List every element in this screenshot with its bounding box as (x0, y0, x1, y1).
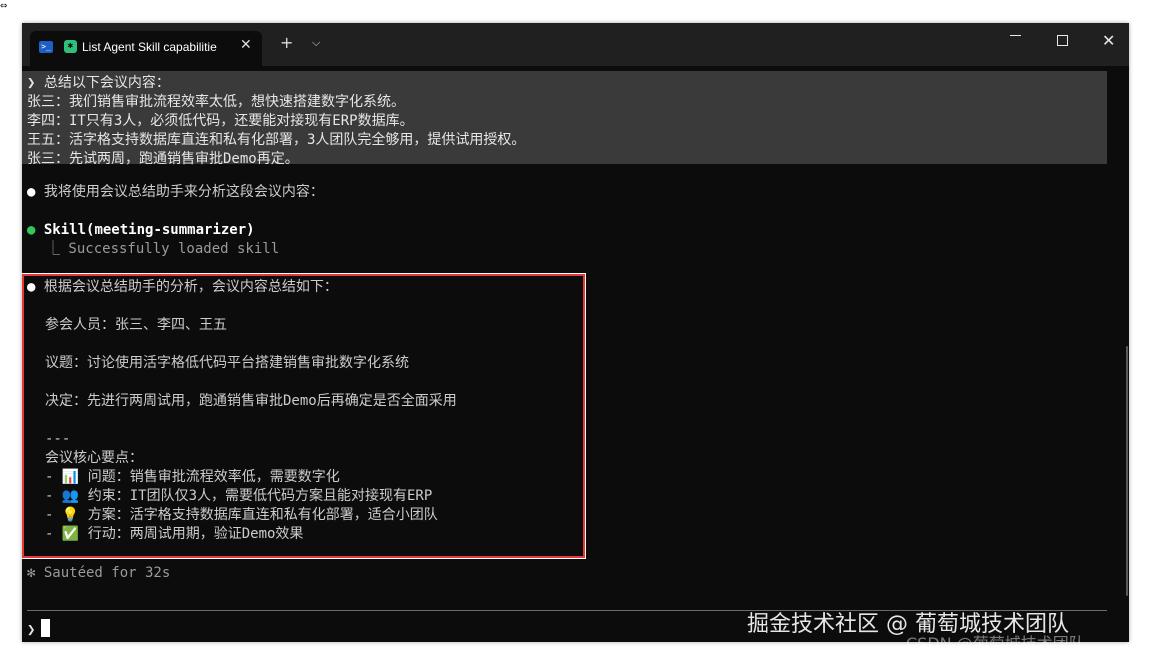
key-point-item: - 📊 问题：销售审批流程效率低，需要数字化 (45, 469, 340, 485)
summary-line: ● 根据会议总结助手的分析，会议内容总结如下： (27, 278, 338, 297)
key-point-item: - 👥 约束：IT团队仅3人，需要低代码方案且能对接现有ERP (45, 488, 433, 504)
topic: 议题：讨论使用活字格低代码平台搭建销售审批数字化系统 (45, 355, 409, 371)
powershell-icon: >_ (39, 41, 53, 53)
prompt-line: 张三：先试两周，跑通销售审批Demo再定。 (27, 151, 299, 167)
user-prompt-block: ❯ 总结以下会议内容： 张三：我们销售审批流程效率太低，想快速搭建数字化系统。 … (22, 71, 1107, 167)
assistant-message: ● 我将使用会议总结助手来分析这段会议内容： (27, 183, 324, 202)
bullet-icon: ● (27, 184, 36, 200)
bullet-icon: ● (27, 279, 36, 295)
terminal-window: >_ ✱ List Agent Skill capabilitie ✕ + ⌵ … (22, 23, 1129, 642)
csdn-watermark: CSDN @葡萄城技术团队 (906, 634, 1085, 653)
participants: 参会人员：张三、李四、王五 (45, 317, 227, 333)
input-prompt-icon: ❯ (27, 622, 36, 638)
summary-intro: 根据会议总结助手的分析，会议内容总结如下： (43, 279, 338, 295)
prompt-line: 李四：IT只有3人，必须低代码，还要能对接现有ERP数据库。 (27, 113, 414, 129)
title-bar[interactable]: >_ ✱ List Agent Skill capabilitie ✕ + ⌵ … (22, 23, 1129, 66)
prompt-line: 张三：我们销售审批流程效率太低，想快速搭建数字化系统。 (27, 94, 405, 110)
assistant-intro: 我将使用会议总结助手来分析这段会议内容： (43, 184, 324, 200)
minimize-button[interactable] (1010, 35, 1021, 36)
skill-call: Skill(meeting-summarizer) (43, 222, 255, 238)
status-line: ✻ Sautéed for 32s (27, 565, 171, 581)
scrollbar[interactable] (1126, 346, 1128, 596)
app-icon: ✱ (64, 40, 77, 53)
prompt-line: ❯ 总结以下会议内容： (27, 75, 170, 91)
resize-cursor-icon: ⇔ (0, 0, 8, 12)
divider: --- (45, 431, 71, 447)
tab-title: List Agent Skill capabilitie (82, 40, 217, 54)
close-window-button[interactable]: ✕ (1102, 31, 1115, 50)
prompt-line: 王五：活字格支持数据库直连和私有化部署，3人团队完全够用，提供试用授权。 (27, 132, 526, 148)
skill-call-line: ● Skill(meeting-summarizer) (27, 221, 255, 240)
skill-result: ⎿ Successfully loaded skill (46, 241, 280, 257)
chevron-down-icon[interactable]: ⌵ (312, 36, 320, 50)
terminal-content[interactable]: ❯ 总结以下会议内容： 张三：我们销售审批流程效率太低，想快速搭建数字化系统。 … (22, 66, 1129, 642)
input-divider (27, 610, 1107, 611)
key-point-item: - 💡 方案：活字格支持数据库直连和私有化部署，适合小团队 (45, 507, 438, 523)
new-tab-button[interactable]: + (280, 34, 293, 52)
maximize-button[interactable] (1057, 35, 1068, 46)
input-line[interactable]: ❯ (27, 619, 51, 640)
text-cursor (41, 619, 51, 637)
decision: 决定：先进行两周试用，跑通销售审批Demo后再确定是否全面采用 (45, 393, 457, 409)
close-tab-icon[interactable]: ✕ (240, 37, 252, 53)
tab-active[interactable]: >_ ✱ List Agent Skill capabilitie ✕ (30, 31, 262, 66)
success-dot-icon: ● (27, 222, 36, 238)
key-point-item: - ✅ 行动：两周试用期，验证Demo效果 (45, 526, 304, 542)
key-points-title: 会议核心要点： (45, 450, 143, 466)
